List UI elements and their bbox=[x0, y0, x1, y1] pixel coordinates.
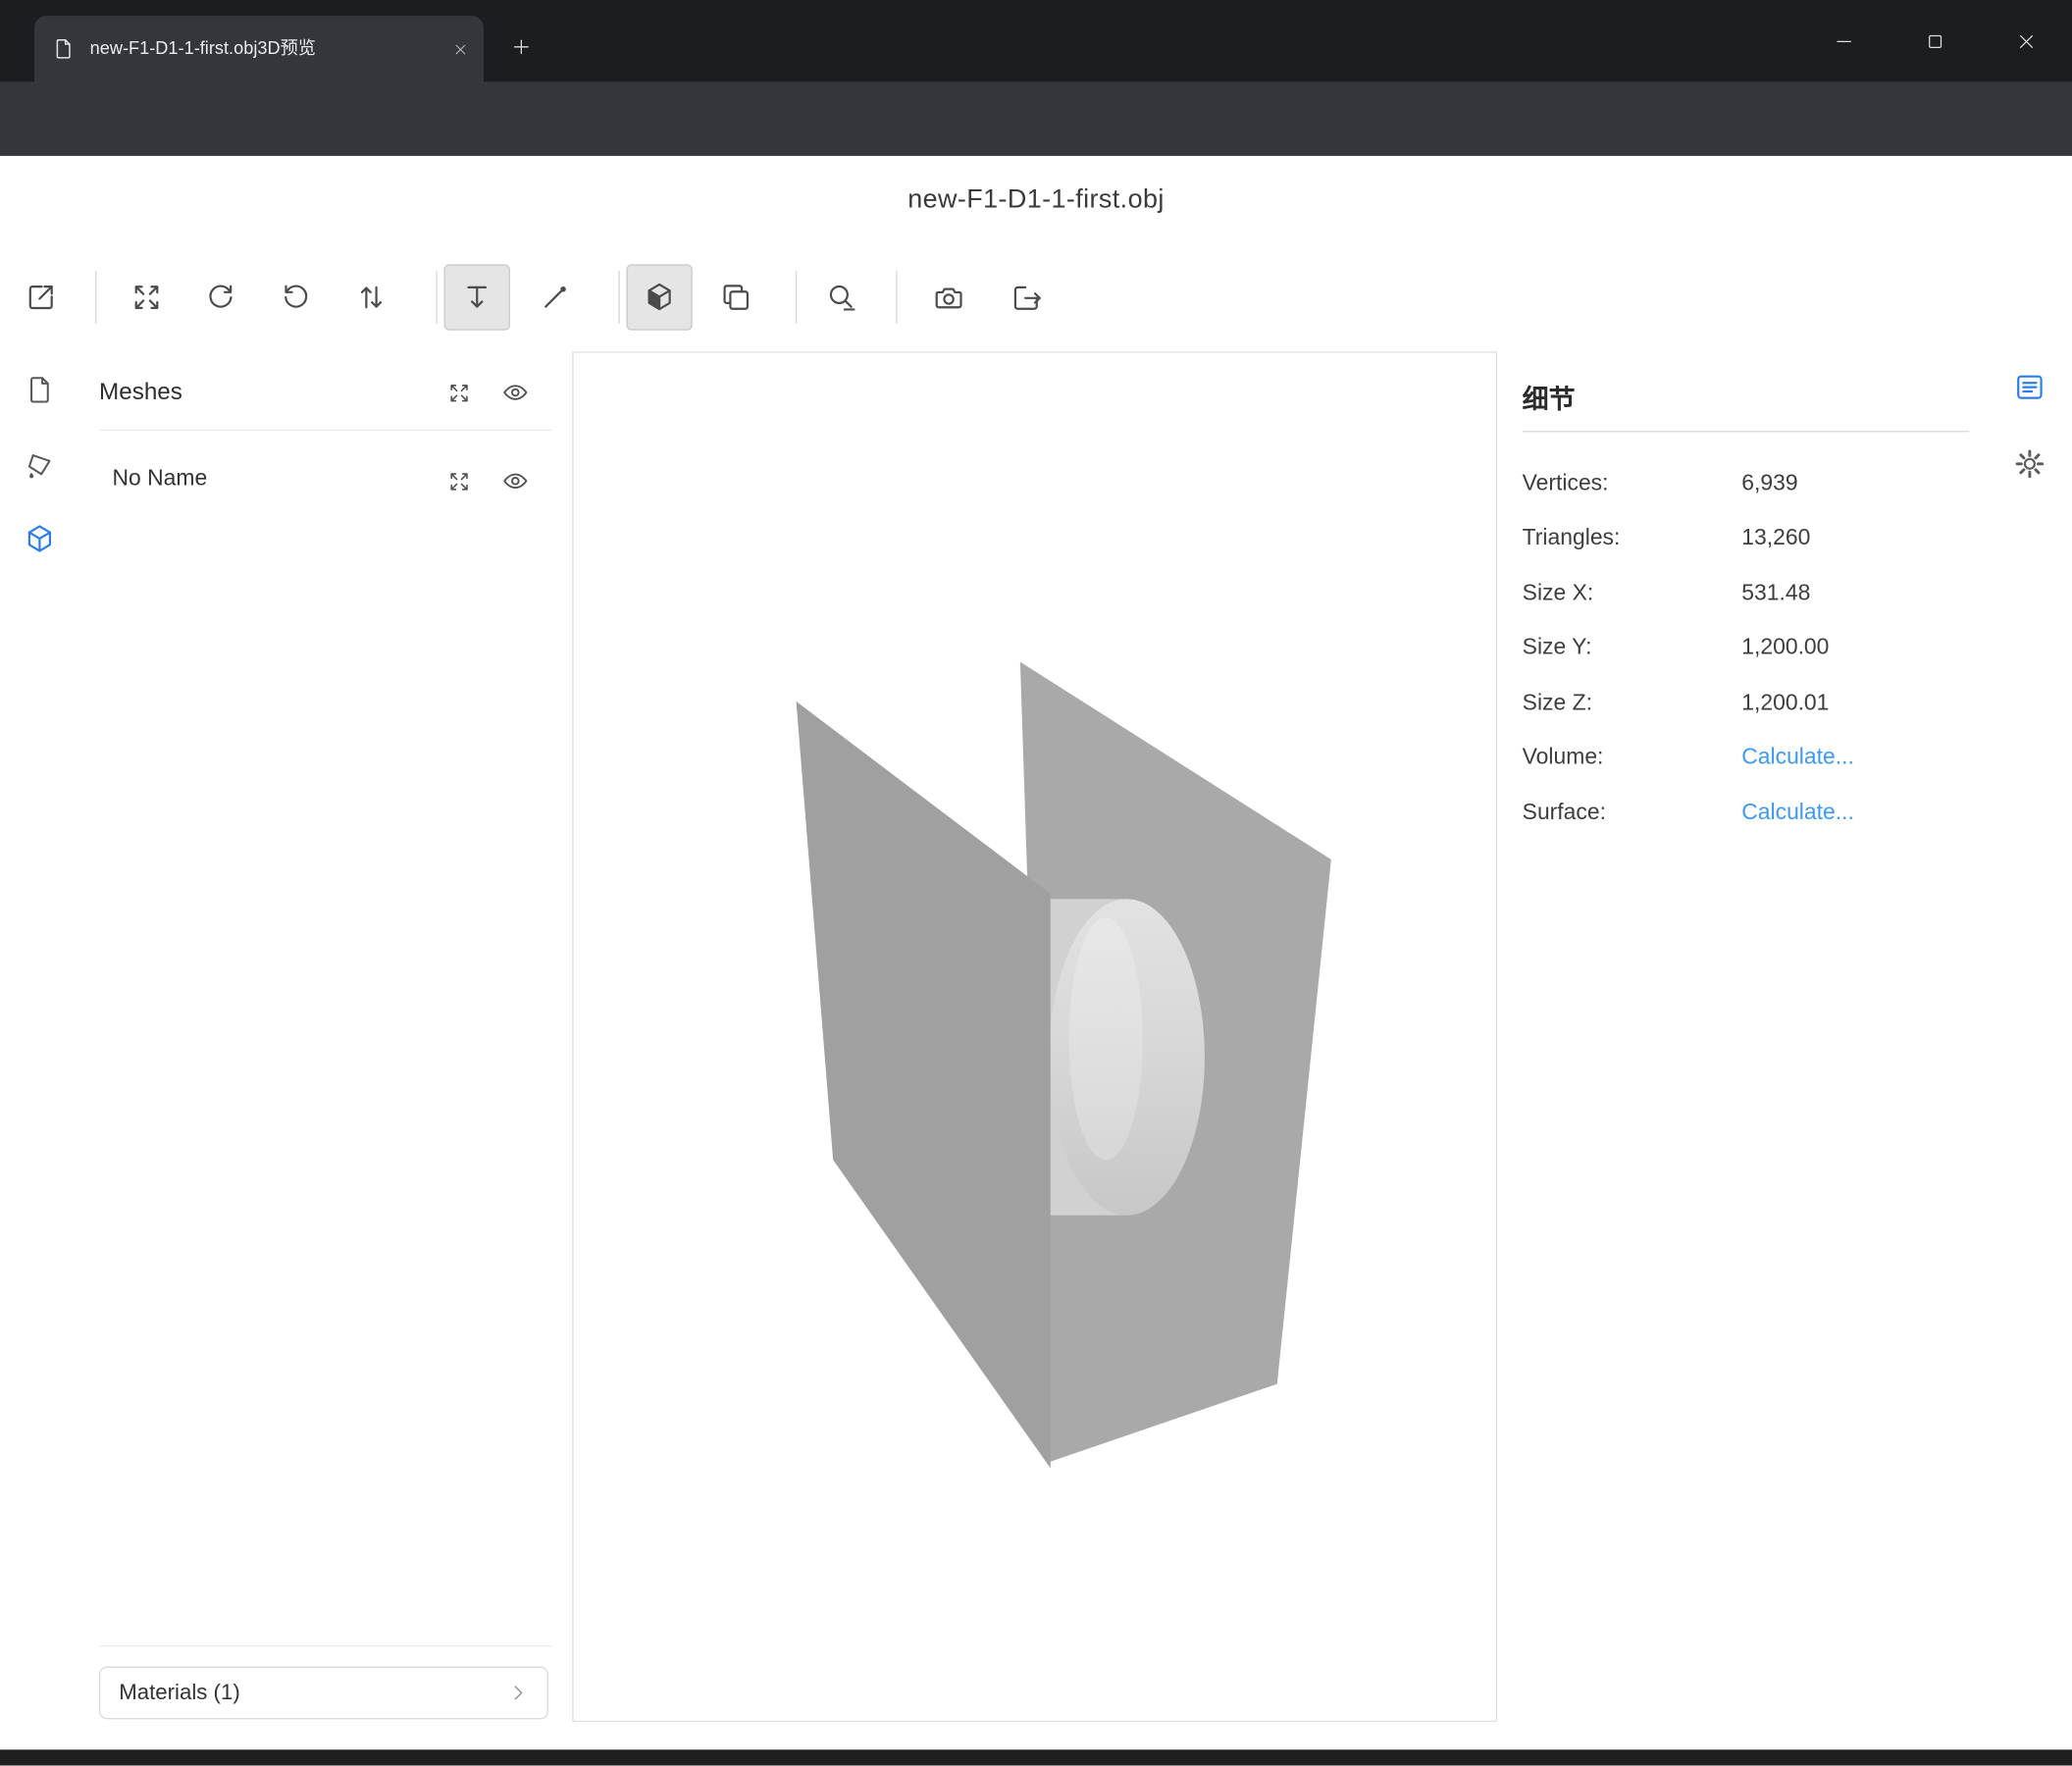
window-maximize-button[interactable] bbox=[1904, 0, 1965, 82]
detail-row-surface: Surface: Calculate... bbox=[1523, 785, 1969, 840]
detail-row-size-x: Size X: 531.48 bbox=[1523, 565, 1969, 620]
detail-row-vertices: Vertices: 6,939 bbox=[1523, 456, 1969, 511]
toolbar-separator bbox=[796, 271, 797, 324]
flip-up-down-icon[interactable] bbox=[342, 268, 400, 326]
meshes-header: Meshes bbox=[99, 378, 182, 405]
open-file-icon[interactable] bbox=[12, 268, 70, 326]
export-model-icon[interactable] bbox=[998, 268, 1056, 326]
browser-tab[interactable]: new-F1-D1-1-first.obj3D预览 bbox=[34, 16, 484, 81]
viewport-3d-canvas[interactable] bbox=[572, 351, 1497, 1722]
toolbar-separator bbox=[896, 271, 897, 324]
panel-divider bbox=[99, 1645, 552, 1646]
browser-window: new-F1-D1-1-first.obj3D预览 bbox=[0, 0, 2072, 1766]
window-bottom-edge bbox=[0, 1749, 2072, 1765]
detail-row-volume: Volume: Calculate... bbox=[1523, 730, 1969, 785]
detail-label: Vertices: bbox=[1523, 470, 1742, 496]
chevron-right-icon bbox=[507, 1683, 529, 1704]
detail-label: Triangles: bbox=[1523, 525, 1742, 551]
tab-title: new-F1-D1-1-first.obj3D预览 bbox=[90, 16, 434, 81]
materials-button[interactable]: Materials (1) bbox=[99, 1666, 548, 1719]
solid-shading-icon[interactable] bbox=[626, 264, 692, 330]
detail-value: 1,200.01 bbox=[1741, 690, 1969, 716]
detail-value: 13,260 bbox=[1741, 525, 1969, 551]
detail-value: 6,939 bbox=[1741, 470, 1969, 496]
detail-label: Surface: bbox=[1523, 800, 1742, 826]
cylinder-highlight bbox=[1069, 917, 1143, 1160]
fit-mesh-icon[interactable] bbox=[438, 460, 480, 502]
panel-divider bbox=[99, 430, 552, 431]
line-measure-icon[interactable] bbox=[526, 268, 584, 326]
calculate-volume-link[interactable]: Calculate... bbox=[1741, 745, 1969, 771]
detail-row-size-z: Size Z: 1,200.01 bbox=[1523, 675, 1969, 730]
detail-label: Volume: bbox=[1523, 745, 1742, 771]
details-header: 细节 bbox=[1523, 378, 1576, 416]
detail-label: Size X: bbox=[1523, 580, 1742, 606]
materials-button-label: Materials (1) bbox=[119, 1681, 239, 1706]
mesh-list-item[interactable]: No Name bbox=[99, 454, 552, 507]
details-list-icon[interactable] bbox=[2003, 361, 2056, 414]
mesh-item-name: No Name bbox=[112, 465, 207, 492]
toggle-all-visibility-eye-icon[interactable] bbox=[494, 371, 537, 413]
measure-magnifier-icon[interactable] bbox=[812, 268, 870, 326]
browser-titlebar: new-F1-D1-1-first.obj3D预览 bbox=[0, 0, 2072, 82]
page-title: new-F1-D1-1-first.obj bbox=[0, 185, 2072, 216]
window-close-button[interactable] bbox=[1995, 0, 2056, 82]
materials-panel-icon[interactable] bbox=[13, 439, 66, 492]
model-tree-icon[interactable] bbox=[13, 513, 66, 566]
detail-value: 531.48 bbox=[1741, 580, 1969, 606]
window-minimize-button[interactable] bbox=[1813, 0, 1874, 82]
tab-close-icon[interactable] bbox=[446, 35, 473, 62]
rotate-horizontal-icon[interactable] bbox=[191, 268, 249, 326]
mesh-visibility-eye-icon[interactable] bbox=[494, 460, 537, 502]
calculate-surface-link[interactable]: Calculate... bbox=[1741, 800, 1969, 826]
details-divider bbox=[1523, 431, 1969, 432]
fit-view-icon[interactable] bbox=[118, 268, 176, 326]
detail-value: 1,200.00 bbox=[1741, 635, 1969, 661]
settings-gear-icon[interactable] bbox=[2003, 438, 2056, 491]
toolbar-separator bbox=[618, 271, 619, 324]
move-tool-icon[interactable] bbox=[444, 264, 510, 330]
model-render bbox=[574, 353, 1496, 1721]
detail-row-triangles: Triangles: 13,260 bbox=[1523, 511, 1969, 566]
detail-row-size-y: Size Y: 1,200.00 bbox=[1523, 620, 1969, 675]
fit-all-meshes-icon[interactable] bbox=[438, 371, 480, 413]
detail-label: Size Y: bbox=[1523, 635, 1742, 661]
file-info-icon[interactable] bbox=[13, 363, 66, 416]
box-wireframe-icon[interactable] bbox=[707, 268, 765, 326]
browser-navbar: https://file.kkview.cn/onlinePreview?url… bbox=[0, 82, 2072, 156]
plane-left bbox=[797, 701, 1051, 1469]
toolbar-separator bbox=[436, 271, 437, 324]
detail-label: Size Z: bbox=[1523, 690, 1742, 716]
tab-file-icon bbox=[52, 37, 76, 61]
rotate-vertical-icon[interactable] bbox=[267, 268, 325, 326]
toolbar-separator bbox=[95, 271, 96, 324]
details-rows: Vertices: 6,939 Triangles: 13,260 Size X… bbox=[1523, 456, 1969, 840]
new-tab-button[interactable] bbox=[502, 27, 540, 65]
screenshot-camera-icon[interactable] bbox=[919, 268, 977, 326]
